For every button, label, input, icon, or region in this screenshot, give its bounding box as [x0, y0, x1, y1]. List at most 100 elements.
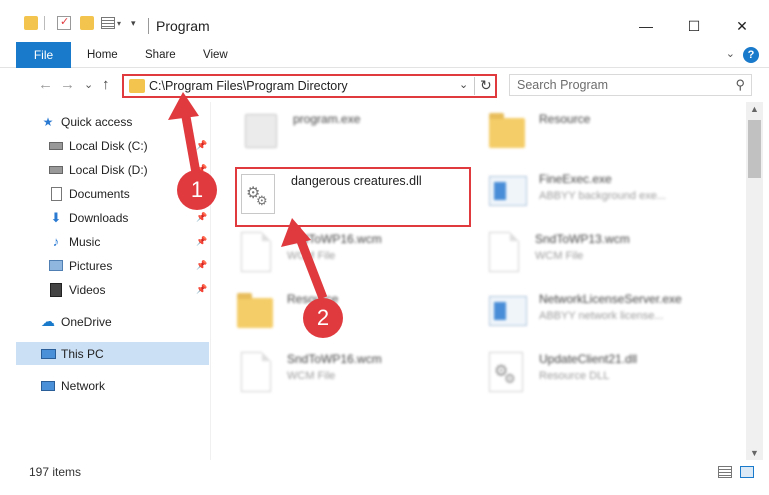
step-badge-1: 1 [177, 170, 217, 210]
new-folder-icon[interactable] [80, 14, 94, 32]
drive-icon [48, 139, 64, 153]
network-icon [40, 379, 56, 393]
file-item[interactable]: SndToWP16.wcm WCM File [235, 350, 465, 396]
forward-button[interactable]: → [60, 76, 75, 93]
videos-icon [48, 282, 64, 297]
maximize-button[interactable]: ☐ [682, 14, 706, 38]
help-button[interactable]: ? [743, 47, 759, 63]
back-button[interactable]: ← [38, 76, 53, 93]
sidebar-item-label: Pictures [69, 258, 113, 273]
file-item[interactable]: Resource [487, 110, 727, 156]
address-path[interactable]: C:\Program Files\Program Directory [149, 79, 348, 93]
file-description: ABBYY background exe... [539, 190, 666, 202]
folder-icon [129, 79, 145, 93]
sidebar-item-label: This PC [61, 346, 104, 361]
gear-file-icon: ⚙ ⚙ [487, 350, 529, 394]
sidebar-item-downloads[interactable]: ⬇ Downloads 📌 [0, 206, 210, 229]
tab-file[interactable]: File [16, 42, 71, 68]
view-options-icon[interactable]: ▾ [101, 14, 121, 32]
minimize-button[interactable]: — [634, 14, 658, 38]
document-icon [483, 230, 525, 274]
app-icon [487, 170, 529, 214]
search-icon[interactable]: ⚲ [735, 77, 745, 93]
file-name: SndToWP16.wcm [287, 352, 382, 366]
address-bar[interactable]: C:\Program Files\Program Directory ⌄ ↻ [122, 74, 497, 98]
search-placeholder: Search Program [517, 78, 609, 92]
folder-icon [235, 290, 277, 334]
computer-icon [40, 347, 56, 361]
close-button[interactable]: ✕ [730, 14, 754, 38]
sidebar-item-label: Downloads [69, 210, 129, 225]
file-item[interactable]: FineExec.exe ABBYY background exe... [487, 170, 727, 216]
sidebar-item-quick-access[interactable]: ★ Quick access [0, 110, 210, 133]
app-icon [487, 290, 529, 334]
exe-icon [241, 110, 283, 154]
details-view-icon[interactable] [718, 466, 734, 480]
tab-home[interactable]: Home [87, 42, 118, 68]
file-name: program.exe [293, 112, 361, 126]
sidebar-item-this-pc[interactable]: This PC [16, 342, 209, 365]
sidebar-item-music[interactable]: ♪ Music 📌 [0, 230, 210, 253]
window-title: Program [156, 18, 210, 34]
pin-icon[interactable]: 📌 [196, 212, 207, 223]
step-badge-2: 2 [303, 298, 343, 338]
file-description: WCM File [535, 250, 584, 262]
file-item[interactable]: SndToWP13.wcm WCM File [483, 230, 723, 276]
file-item[interactable]: NetworkLicenseServer.exe ABBYY network l… [487, 290, 727, 336]
sidebar-item-network[interactable]: Network [0, 374, 210, 397]
sidebar-item-local-disk-c[interactable]: Local Disk (C:) 📌 [0, 134, 210, 157]
star-icon: ★ [42, 114, 54, 129]
search-input[interactable]: Search Program ⚲ [509, 74, 752, 96]
sidebar-item-videos[interactable]: Videos 📌 [0, 278, 210, 301]
music-icon: ♪ [52, 234, 60, 249]
qa-separator-icon [44, 14, 45, 32]
refresh-icon[interactable]: ↻ [480, 77, 492, 94]
folder-icon [487, 110, 529, 154]
sidebar-item-onedrive[interactable]: ☁ OneDrive [0, 310, 210, 333]
file-item[interactable]: Resource [235, 290, 465, 336]
scroll-down-icon[interactable]: ▼ [750, 448, 759, 458]
scroll-up-icon[interactable]: ▲ [750, 104, 759, 114]
sidebar-item-label: Local Disk (C:) [69, 138, 148, 153]
properties-icon[interactable]: ✓ [57, 14, 71, 32]
file-description: ABBYY network license... [539, 310, 664, 322]
sidebar-item-label: Local Disk (D:) [69, 162, 148, 177]
address-divider [474, 77, 475, 95]
pin-icon[interactable]: 📌 [196, 140, 207, 151]
cloud-icon: ☁ [41, 313, 55, 329]
file-name: SndToWP16.wcm [287, 232, 382, 246]
sidebar-item-label: Music [69, 234, 101, 249]
document-icon [235, 230, 277, 274]
vertical-scrollbar[interactable]: ▲ ▼ [746, 102, 763, 460]
up-button[interactable]: ↑ [102, 76, 110, 93]
customize-toolbar-icon[interactable]: ▾ [131, 14, 136, 32]
file-item[interactable]: SndToWP16.wcm WCM File [235, 230, 465, 276]
recent-locations-button[interactable]: ⌄ [84, 78, 93, 91]
scrollbar-thumb[interactable] [748, 120, 761, 178]
file-name: SndToWP13.wcm [535, 232, 630, 246]
sidebar-item-local-disk-d[interactable]: Local Disk (D:) 📌 [0, 158, 210, 181]
tab-share[interactable]: Share [145, 42, 176, 68]
pin-icon[interactable]: 📌 [196, 236, 207, 247]
status-bar: 197 items [0, 460, 769, 495]
file-name: UpdateClient21.dll [539, 352, 638, 366]
navigation-pane: ★ Quick access Local Disk (C:) 📌 Local D… [0, 102, 210, 460]
sidebar-item-label: Network [61, 378, 106, 393]
collapse-ribbon-icon[interactable]: ⌄ [726, 47, 735, 60]
tab-view[interactable]: View [203, 42, 228, 68]
download-icon: ⬇ [50, 209, 62, 225]
address-dropdown-icon[interactable]: ⌄ [459, 78, 468, 91]
folder-icon[interactable] [24, 14, 38, 32]
file-item[interactable]: ⚙ ⚙ UpdateClient21.dll Resource DLL [487, 350, 727, 396]
file-name: FineExec.exe [539, 172, 612, 186]
sidebar-item-pictures[interactable]: Pictures 📌 [0, 254, 210, 277]
file-name: NetworkLicenseServer.exe [539, 292, 682, 306]
file-name: Resource [539, 112, 591, 126]
file-list: program.exe Resource ⚙ ⚙ dangerous creatu… [211, 102, 746, 460]
file-item[interactable]: program.exe [241, 110, 471, 156]
sidebar-item-label: Quick access [61, 114, 133, 129]
pin-icon[interactable]: 📌 [196, 260, 207, 271]
pin-icon[interactable]: 📌 [196, 284, 207, 295]
large-icons-view-icon[interactable] [740, 466, 756, 480]
document-icon [48, 186, 64, 201]
